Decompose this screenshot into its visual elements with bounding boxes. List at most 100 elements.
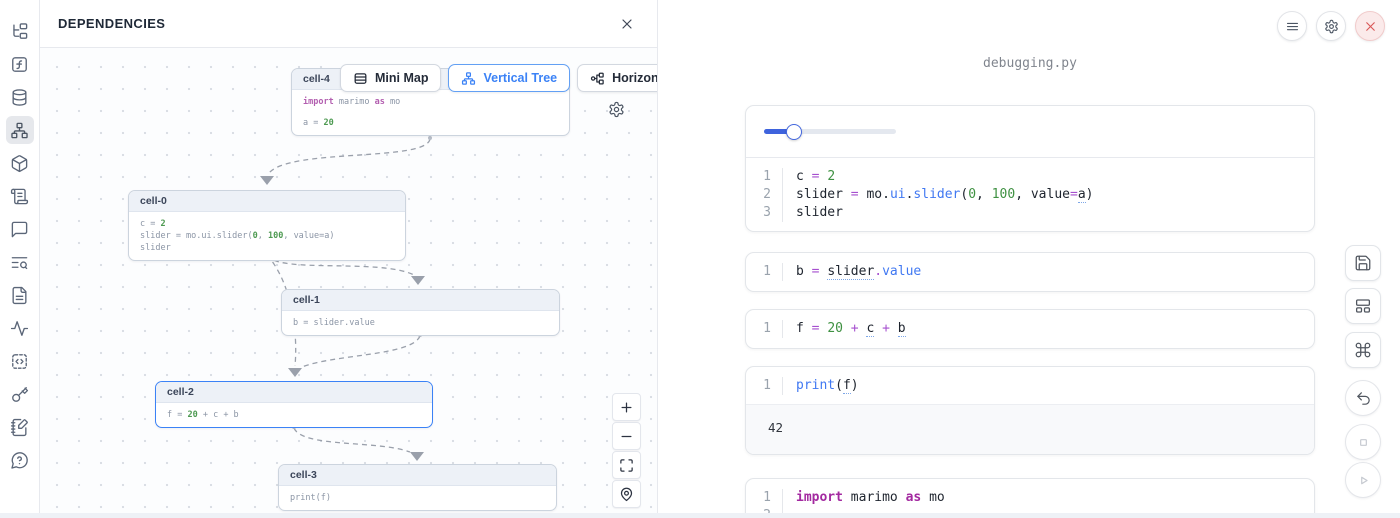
save-icon [1354, 254, 1372, 272]
node-code-line: slider [140, 242, 394, 254]
notebook-cell-1[interactable]: 1b = slider.value [745, 252, 1315, 292]
notebook-menu-button[interactable] [1277, 11, 1307, 41]
notebook-cell-4[interactable]: 1import marimo as mo2 [745, 478, 1315, 518]
graph-node-cell-0[interactable]: cell-0c = 2slider = mo.ui.slider(0, 100,… [128, 190, 406, 261]
notebook-cell-0[interactable]: 1c = 22slider = mo.ui.slider(0, 100, val… [745, 105, 1315, 232]
code-token: . [874, 264, 882, 279]
graph-node-cell-1[interactable]: cell-1b = slider.value [281, 289, 560, 336]
action-save-button[interactable] [1345, 245, 1381, 281]
graph-view-toolbar: Mini MapVertical TreeHorizontal Tree [340, 64, 657, 92]
dependency-graph-canvas[interactable]: cell-4import marimo as moa = 20cell-0c =… [40, 48, 657, 518]
code-editor[interactable]: 1c = 22slider = mo.ui.slider(0, 100, val… [746, 158, 1314, 231]
edge-cell-1-to-cell-2 [302, 336, 420, 367]
notebook-area: debugging.py 1c = 22slider = mo.ui.slide… [658, 0, 1400, 518]
code-line: 1import marimo as mo [746, 489, 1314, 507]
code-token [874, 321, 882, 336]
view-button-mini-map[interactable]: Mini Map [340, 64, 441, 92]
view-button-horizontal-tree[interactable]: Horizontal Tree [577, 64, 657, 92]
code-token: value [882, 264, 921, 279]
code-editor[interactable]: 1f = 20 + c + b [746, 310, 1314, 347]
code-token: ) [851, 378, 859, 393]
notebook-cell-2[interactable]: 1f = 20 + c + b [745, 309, 1315, 349]
action-stop-button[interactable] [1345, 424, 1381, 460]
notebook-shutdown-button[interactable] [1355, 11, 1385, 41]
notebook-settings-button[interactable] [1316, 11, 1346, 41]
sidebar-item-text-search[interactable] [6, 248, 34, 276]
marimo-app: DEPENDENCIES cell-4import marimo as moa … [0, 0, 1400, 518]
code-token: mo [385, 97, 400, 107]
code-line: 1print(f) [746, 377, 1314, 395]
node-code-line: import marimo as mo [303, 96, 558, 108]
settings-icon [1324, 19, 1339, 34]
code-token: 100 [268, 231, 283, 241]
action-play-button[interactable] [1345, 462, 1381, 498]
node-code: print(f) [279, 486, 556, 510]
action-layout-button[interactable] [1345, 288, 1381, 324]
sidebar-item-database[interactable] [6, 83, 34, 111]
graph-zoom-controls [612, 393, 641, 508]
line-number: 1 [746, 320, 782, 338]
sidebar-item-package[interactable] [6, 149, 34, 177]
code-token: , [258, 231, 268, 241]
map-pin-icon [619, 487, 634, 502]
sidebar-item-help-bubble[interactable] [6, 446, 34, 474]
code-content: import marimo as mo [782, 489, 945, 507]
slider-thumb[interactable] [786, 124, 802, 140]
sidebar-item-scroll-text[interactable] [6, 182, 34, 210]
database-icon [10, 88, 29, 107]
sidebar-item-activity[interactable] [6, 314, 34, 342]
close-icon [1363, 19, 1378, 34]
close-panel-button[interactable] [615, 12, 639, 36]
code-token: . [882, 187, 890, 202]
sidebar-item-message-square[interactable] [6, 215, 34, 243]
node-title: cell-2 [156, 382, 432, 403]
network-icon [461, 71, 476, 86]
code-token: mo [859, 187, 882, 202]
code-editor[interactable]: 1b = slider.value [746, 253, 1314, 290]
sidebar-item-code-square[interactable] [6, 347, 34, 375]
code-token: a = [303, 118, 323, 128]
layout-icon [1354, 297, 1372, 315]
sidebar-item-function-square[interactable] [6, 50, 34, 78]
sidebar-item-key[interactable] [6, 380, 34, 408]
edge-arrowhead [260, 176, 274, 185]
graph-node-cell-3[interactable]: cell-3print(f) [278, 464, 557, 511]
code-editor[interactable]: 1print(f) [746, 367, 1314, 404]
message-square-icon [10, 220, 29, 239]
code-content: b = slider.value [782, 263, 921, 281]
code-content: c = 2 [782, 168, 835, 186]
edge-arrowhead [410, 452, 424, 461]
code-token: as [375, 97, 385, 107]
graph-settings-button[interactable] [608, 101, 625, 123]
code-token: marimo [334, 97, 375, 107]
line-number: 1 [746, 263, 782, 281]
help-bubble-icon [10, 451, 29, 470]
zoom-control-maximize[interactable] [612, 451, 641, 479]
horizontal-tree-icon [590, 71, 605, 86]
graph-node-cell-2[interactable]: cell-2f = 20 + c + b [155, 381, 433, 428]
zoom-control-minus[interactable] [612, 422, 641, 450]
slider-widget[interactable] [764, 129, 896, 134]
sidebar-item-file-tree[interactable] [6, 17, 34, 45]
code-token: f [796, 321, 812, 336]
file-tree-icon [10, 22, 29, 41]
action-undo-button[interactable] [1345, 380, 1381, 416]
code-token: + [882, 321, 890, 336]
action-command-button[interactable] [1345, 332, 1381, 368]
code-token: print(f) [290, 493, 331, 503]
sidebar-item-network[interactable] [6, 116, 34, 144]
sidebar-item-file-text[interactable] [6, 281, 34, 309]
notebook-cell-3[interactable]: 1print(f)42 [745, 366, 1315, 455]
node-title: cell-0 [129, 191, 405, 212]
notebook-pen-icon [10, 418, 29, 437]
zoom-control-map-pin[interactable] [612, 480, 641, 508]
code-token: slider [913, 187, 960, 202]
sidebar-item-notebook-pen[interactable] [6, 413, 34, 441]
node-title: cell-1 [282, 290, 559, 311]
scroll-text-icon [10, 187, 29, 206]
code-token: + [851, 321, 859, 336]
function-square-icon [10, 55, 29, 74]
code-token: slider [140, 243, 171, 253]
view-button-vertical-tree[interactable]: Vertical Tree [448, 64, 570, 92]
zoom-control-plus[interactable] [612, 393, 641, 421]
